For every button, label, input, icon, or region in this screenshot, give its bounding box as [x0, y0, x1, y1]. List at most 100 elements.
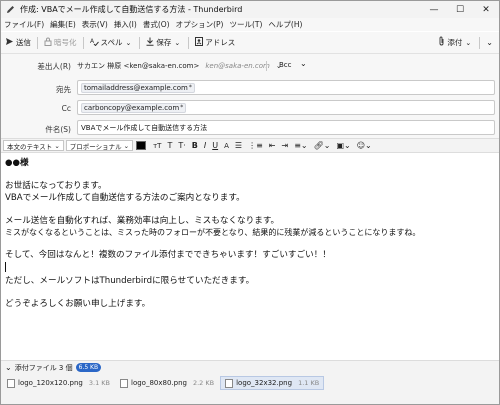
compose-toolbar: 送信 暗号化 A スペル ⌄ 保存 ⌄ アドレス 添付 ⌄ ⌄ [1, 32, 499, 54]
contacts-button[interactable]: アドレス [191, 35, 239, 51]
body-line: どうぞよろしくお願い申し上げます。 [5, 299, 151, 309]
asterisk-icon: * [188, 84, 192, 91]
outdent-icon[interactable]: ⇤ [266, 141, 279, 150]
compose-header: 差出人(R) サカエン 榊原 <ken@saka-en.com> ken@sak… [1, 54, 499, 138]
image-file-icon [120, 378, 128, 388]
close-button[interactable]: ✕ [473, 1, 499, 18]
caret [5, 261, 6, 272]
attachment-item[interactable]: logo_120x120.png 3.1 KB [3, 376, 114, 390]
cc-recipient-pill[interactable]: carboncopy@example.com * [81, 102, 187, 113]
attachment-size: 1.1 KB [298, 379, 320, 387]
menu-format[interactable]: 書式(O) [140, 19, 173, 30]
more-recipients-chevron[interactable]: ⌄ [300, 59, 307, 68]
lock-icon [44, 37, 52, 49]
body-line: ミスがなくなるということは、ミスった時のフォローが不要となり、結果的に残業が減る… [5, 228, 421, 237]
contacts-label: アドレス [205, 38, 236, 47]
font-size-menu-button[interactable]: T· [175, 141, 188, 150]
format-toolbar: 本文のテキスト ⌄ プロポーショナル ⌄ ᴛT T T· B I U A ☰ ⋮≡ … [1, 138, 499, 153]
chevron-down-icon: ⌄ [125, 38, 132, 47]
to-label: 宛先 [56, 85, 71, 94]
menu-file[interactable]: ファイル(F) [1, 19, 47, 30]
indent-icon[interactable]: ⇥ [278, 141, 291, 150]
toolbar-divider [188, 36, 190, 49]
menu-tools[interactable]: ツール(T) [226, 19, 265, 30]
attachment-count: 添付ファイル 3 個 [14, 363, 73, 372]
attachment-name: logo_32x32.png [236, 379, 293, 387]
asterisk-icon: * [180, 104, 184, 111]
menu-help[interactable]: ヘルプ(H) [265, 19, 305, 30]
minimize-button[interactable]: — [421, 1, 447, 18]
underline-button[interactable]: U [209, 141, 221, 150]
attachment-bar[interactable]: ⌄ 添付ファイル 3 個 6.5 KB [1, 360, 499, 374]
text-cursor [5, 261, 495, 277]
attachment-size: 2.2 KB [192, 379, 215, 387]
chevron-down-icon: ⌄ [123, 141, 130, 150]
chevron-down-icon: ⌄ [486, 38, 493, 47]
cc-recipient: carboncopy@example.com [84, 103, 180, 112]
bold-button[interactable]: B [189, 141, 201, 150]
compose-window: 作成: VBAでメール作成して自動送信する方法 - Thunderbird — … [0, 0, 500, 405]
subject-label: 件名(S) [45, 125, 71, 134]
attachment-name: logo_80x80.png [131, 379, 187, 387]
send-icon [5, 37, 14, 49]
toolbar-divider [37, 36, 38, 49]
from-divider [266, 61, 267, 71]
download-icon [146, 37, 154, 49]
to-recipient: tomailaddress@example.com [84, 83, 188, 92]
message-body[interactable]: ●●様 お世話になっております。 VBAでメール作成して自動送信する方法のご案内… [1, 154, 499, 359]
chevron-down-icon: ⌄ [465, 38, 472, 47]
status-bar [1, 392, 499, 404]
attachment-item[interactable]: logo_80x80.png 2.2 KB [116, 376, 218, 390]
body-line: VBAでメール作成して自動送信する方法のご案内となります。 [5, 192, 245, 203]
italic-button[interactable]: I [201, 141, 209, 150]
from-selector[interactable]: サカエン 榊原 <ken@saka-en.com> ken@saka-en.co… [77, 58, 282, 73]
image-file-icon [225, 378, 234, 388]
emoji-icon[interactable]: ☺⌄ [354, 141, 375, 150]
body-line [5, 204, 495, 216]
from-alias: ken@saka-en.com [205, 61, 270, 70]
insert-link-icon[interactable]: 🔗︎⌄ [311, 141, 334, 150]
attachment-list: logo_120x120.png 3.1 KB logo_80x80.png 2… [1, 374, 499, 392]
body-line: ●●様 [5, 158, 29, 168]
menu-options[interactable]: オプション(P) [173, 19, 227, 30]
styles-button[interactable]: A [221, 142, 232, 150]
bullet-list-icon[interactable]: ☰ [232, 141, 245, 150]
to-field[interactable]: tomailaddress@example.com * [77, 80, 495, 95]
cc-field[interactable]: carboncopy@example.com * [77, 100, 495, 115]
to-recipient-pill[interactable]: tomailaddress@example.com * [81, 82, 195, 93]
body-line: そして、今回はなんと！複数のファイル添付までできちゃいます！すごいすごい！！ [5, 250, 331, 260]
menu-view[interactable]: 表示(V) [79, 19, 111, 30]
bcc-button[interactable]: Bcc [279, 61, 292, 69]
save-label: 保存 [156, 38, 172, 47]
send-button[interactable]: 送信 [1, 35, 35, 51]
maximize-button[interactable]: ☐ [447, 1, 473, 18]
from-label: 差出人(R) [37, 62, 71, 71]
font-size-larger-button[interactable]: T [164, 141, 175, 150]
attach-button[interactable]: 添付 ⌄ [434, 35, 477, 51]
attachment-size: 3.1 KB [88, 379, 110, 387]
insert-image-icon[interactable]: ▣⌄ [333, 141, 353, 150]
menu-insert[interactable]: 挿入(I) [111, 19, 140, 30]
attachment-name: logo_120x120.png [18, 379, 83, 387]
body-line: メール送信を自動化すれば、業務効率は向上し、ミスもなくなります。 [5, 215, 280, 226]
paragraph-format-value: 本文のテキスト [7, 142, 53, 151]
address-book-icon [195, 36, 204, 49]
chevron-down-icon: ⌄ [54, 141, 60, 150]
subject-field[interactable]: VBAでメール作成して自動送信する方法 [77, 120, 495, 135]
toolbar-more-button[interactable]: ⌄ [482, 35, 499, 51]
spelling-button[interactable]: A スペル ⌄ [86, 35, 138, 51]
chevron-down-icon: ⌄ [174, 38, 181, 47]
encrypt-button[interactable]: 暗号化 [40, 35, 81, 51]
font-size-smaller-button[interactable]: ᴛT [150, 142, 164, 150]
body-line: お世話になっております。 [5, 181, 107, 191]
paragraph-format-select[interactable]: 本文のテキスト ⌄ [3, 140, 64, 151]
align-icon[interactable]: ≡⌄ [291, 141, 310, 150]
font-select[interactable]: プロポーショナル ⌄ [65, 140, 134, 151]
encrypt-label: 暗号化 [54, 38, 77, 47]
text-color-swatch[interactable] [136, 141, 147, 150]
save-button[interactable]: 保存 ⌄ [142, 35, 186, 51]
numbered-list-icon[interactable]: ⋮≡ [245, 141, 266, 150]
toolbar-divider [479, 36, 481, 49]
attachment-item[interactable]: logo_32x32.png 1.1 KB [220, 376, 325, 390]
menu-edit[interactable]: 編集(E) [47, 19, 79, 30]
